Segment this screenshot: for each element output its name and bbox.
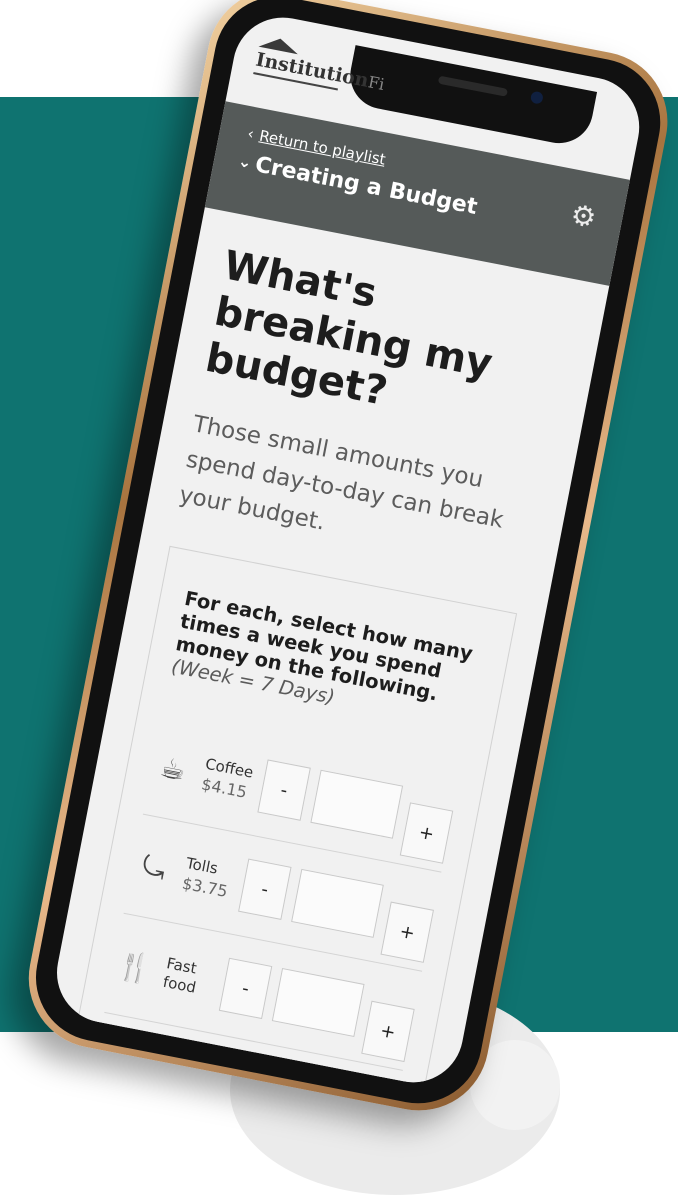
increment-button[interactable]: + — [380, 901, 434, 963]
decrement-button[interactable]: - — [257, 759, 311, 821]
expense-label: Fast food — [161, 954, 221, 1002]
expense-label: Tolls $3.75 — [180, 854, 241, 904]
increment-button[interactable]: + — [361, 1000, 415, 1063]
chevron-down-icon: ⌄ — [236, 151, 254, 173]
speaker-grille — [437, 75, 508, 97]
quantity-input[interactable] — [291, 868, 384, 938]
expense-list: ☕ Coffee $4.15 - + ⤿ Tolls $3.75 - + 🍴 F… — [104, 715, 461, 1071]
decrement-button[interactable]: - — [218, 957, 273, 1020]
increment-button[interactable]: + — [399, 802, 454, 864]
quantity-input[interactable] — [310, 769, 404, 839]
gear-icon[interactable]: ⚙ — [568, 198, 599, 235]
chevron-left-icon: ‹ — [246, 124, 256, 144]
fork-knife-icon: 🍴 — [114, 947, 155, 987]
decrement-button[interactable]: - — [238, 858, 292, 920]
expense-name: Fast food — [161, 954, 199, 997]
expense-label: Coffee $4.15 — [200, 755, 261, 805]
coffee-cup-icon: ☕ — [157, 749, 189, 788]
phone-mockup: InstitutionFi ‹ Return to playlist ⌄Creat… — [16, 0, 678, 1123]
front-camera — [529, 90, 544, 105]
main-content: What's breaking my budget? Those small a… — [77, 242, 576, 1087]
road-icon: ⤿ — [139, 848, 169, 886]
quantity-input[interactable] — [271, 968, 365, 1038]
expense-card: For each, select how many times a week y… — [77, 545, 518, 1087]
